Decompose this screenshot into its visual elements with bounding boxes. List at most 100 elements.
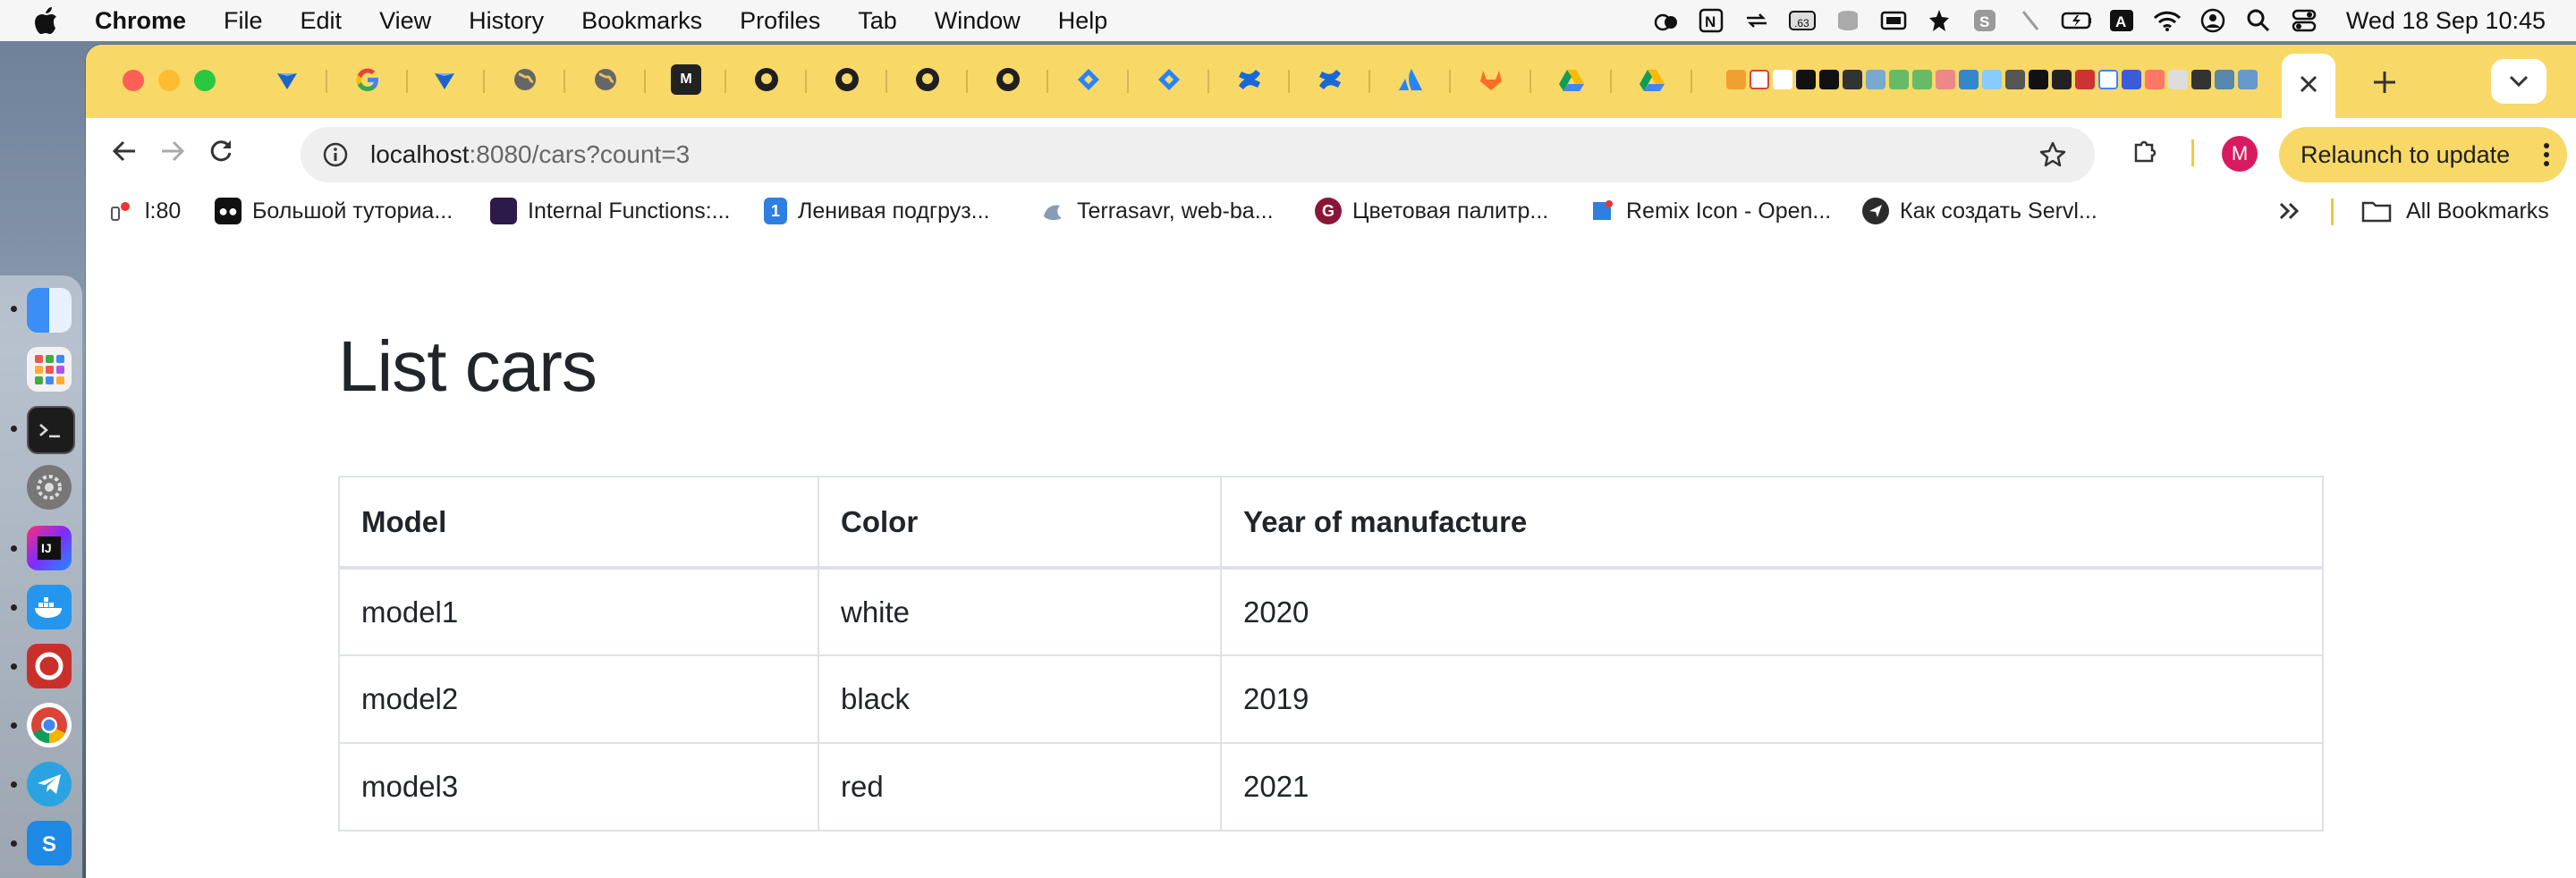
bookmarks-overflow-chevron-icon[interactable]	[2275, 197, 2304, 225]
tab-favicon-icon[interactable]	[2075, 70, 2095, 89]
telegram-icon[interactable]	[27, 762, 72, 806]
confluence-tab-icon[interactable]	[1315, 64, 1345, 95]
tab-favicon-icon[interactable]	[1726, 70, 1746, 89]
github-tab-icon[interactable]	[1843, 70, 1862, 89]
menubar-clock[interactable]: Wed 18 Sep 10:45	[2346, 7, 2546, 35]
dev-tab-icon[interactable]	[1819, 70, 1839, 89]
terminal-icon[interactable]	[27, 406, 75, 454]
jira-tab-icon[interactable]	[1154, 64, 1184, 95]
launchpad-icon[interactable]	[27, 347, 72, 392]
new-tab-button[interactable]	[2365, 63, 2404, 102]
minimize-window-button[interactable]	[158, 70, 180, 91]
address-bar[interactable]: localhost:8080/cars?count=3	[301, 127, 2095, 182]
tab-favicon-icon[interactable]	[2052, 70, 2072, 89]
github-tab-icon[interactable]	[912, 64, 943, 95]
battery-icon[interactable]	[2061, 7, 2091, 34]
menu-edit[interactable]: Edit	[301, 7, 343, 35]
intellij-icon[interactable]: IJ	[27, 526, 72, 570]
globe-tab-icon[interactable]	[590, 64, 621, 95]
menu-profiles[interactable]: Profiles	[740, 7, 820, 35]
tab-favicon-icon[interactable]	[1773, 70, 1792, 89]
url-text[interactable]: localhost:8080/cars?count=3	[370, 140, 690, 169]
tab-favicon-icon[interactable]	[1936, 70, 1955, 89]
menu-history[interactable]: History	[469, 7, 544, 35]
profile-avatar[interactable]: M	[2222, 136, 2258, 172]
tab-favicon-icon[interactable]	[1982, 70, 2002, 89]
tab-favicon-icon[interactable]	[2215, 70, 2234, 89]
tab-favicon-icon[interactable]	[1889, 70, 1909, 89]
menu-help[interactable]: Help	[1058, 7, 1108, 35]
display-icon[interactable]	[1878, 7, 1909, 34]
gitlab-tab-icon[interactable]	[1476, 64, 1506, 95]
menu-file[interactable]: File	[224, 7, 263, 35]
skype-icon[interactable]: S	[27, 821, 72, 865]
active-tab[interactable]	[2282, 54, 2335, 118]
tab-favicon-icon[interactable]	[2168, 70, 2188, 89]
atlassian-tab-icon[interactable]	[1395, 64, 1426, 95]
bookmark-item[interactable]: G Цветовая палитр...	[1315, 195, 1548, 227]
medium-tab-icon[interactable]	[2029, 70, 2048, 89]
google-tab-icon[interactable]	[352, 64, 383, 95]
site-info-icon[interactable]	[320, 139, 351, 170]
globe-tab-icon[interactable]	[510, 64, 540, 95]
zoom-window-button[interactable]	[194, 70, 216, 91]
bookmark-star-icon[interactable]	[2038, 139, 2068, 170]
gmail-tab-icon[interactable]	[1750, 70, 1769, 89]
menu-view[interactable]: View	[379, 7, 431, 35]
diamond-tab-icon[interactable]	[429, 64, 460, 95]
database-icon[interactable]	[1833, 7, 1863, 34]
diamond-tab-icon[interactable]	[272, 64, 302, 95]
jira-tab-icon[interactable]	[1073, 64, 1104, 95]
disk-badge-icon[interactable]: .63	[1787, 7, 1818, 34]
tab-favicon-icon[interactable]	[2238, 70, 2258, 89]
google-drive-tab-icon[interactable]	[1637, 64, 1667, 95]
google-drive-tab-icon[interactable]	[1556, 64, 1587, 95]
tab-favicon-icon[interactable]	[1866, 70, 1885, 89]
bookmark-item[interactable]: Internal Functions:...	[490, 195, 731, 227]
menu-window[interactable]: Window	[935, 7, 1021, 35]
github-tab-icon[interactable]	[832, 64, 862, 95]
relaunch-to-update-button[interactable]: Relaunch to update	[2279, 127, 2567, 182]
apple-icon[interactable]	[34, 5, 64, 36]
notion-icon[interactable]: N	[1696, 7, 1726, 34]
tab-search-button[interactable]	[2491, 59, 2546, 104]
chrome-icon[interactable]	[27, 703, 72, 747]
finder-icon[interactable]	[27, 288, 72, 333]
menu-bookmarks[interactable]: Bookmarks	[581, 7, 702, 35]
datagrip-icon[interactable]	[27, 644, 72, 688]
tab-favicon-icon[interactable]	[1796, 70, 1816, 89]
input-source-icon[interactable]: A	[2106, 7, 2137, 34]
tab-favicon-icon[interactable]	[2145, 70, 2165, 89]
github-tab-icon[interactable]	[2191, 70, 2211, 89]
menu-tab[interactable]: Tab	[858, 7, 897, 35]
menu-app-chrome[interactable]: Chrome	[95, 7, 186, 35]
s-app-icon[interactable]: S	[1970, 7, 2000, 34]
medium-tab-icon[interactable]: M	[671, 64, 701, 95]
user-icon[interactable]	[2198, 7, 2228, 34]
tab-favicon-icon[interactable]	[1959, 70, 1979, 89]
gear-star-icon[interactable]	[1924, 7, 1954, 34]
tab-favicon-icon[interactable]	[2005, 70, 2025, 89]
bookmark-item[interactable]: Remix Icon - Open...	[1589, 195, 1831, 227]
github-tab-icon[interactable]	[993, 64, 1023, 95]
google-tab-icon[interactable]	[2098, 70, 2118, 89]
bookmark-item[interactable]: 1 Ленивая подгруз...	[764, 195, 990, 227]
github-tab-icon[interactable]	[751, 64, 782, 95]
all-bookmarks-button[interactable]: All Bookmarks	[2361, 195, 2549, 227]
docker-icon[interactable]	[27, 585, 72, 629]
tab-favicon-icon[interactable]	[2122, 70, 2141, 89]
wifi-icon[interactable]	[2152, 7, 2182, 34]
forward-button[interactable]	[152, 131, 193, 172]
control-center-icon[interactable]	[2289, 7, 2319, 34]
back-button[interactable]	[104, 131, 145, 172]
close-tab-icon[interactable]	[2299, 71, 2318, 101]
bookmark-item[interactable]: ●● Большой туториа...	[215, 195, 453, 227]
bookmark-item[interactable]: Terrasavr, web-ba...	[1039, 195, 1274, 227]
cloud-icon[interactable]	[1650, 7, 1681, 34]
confluence-tab-icon[interactable]	[1234, 64, 1265, 95]
reload-button[interactable]	[200, 131, 242, 172]
search-icon[interactable]	[2243, 7, 2274, 34]
mute-icon[interactable]	[2015, 7, 2046, 34]
sync-icon[interactable]	[1741, 7, 1772, 34]
extensions-puzzle-icon[interactable]	[2125, 131, 2166, 172]
